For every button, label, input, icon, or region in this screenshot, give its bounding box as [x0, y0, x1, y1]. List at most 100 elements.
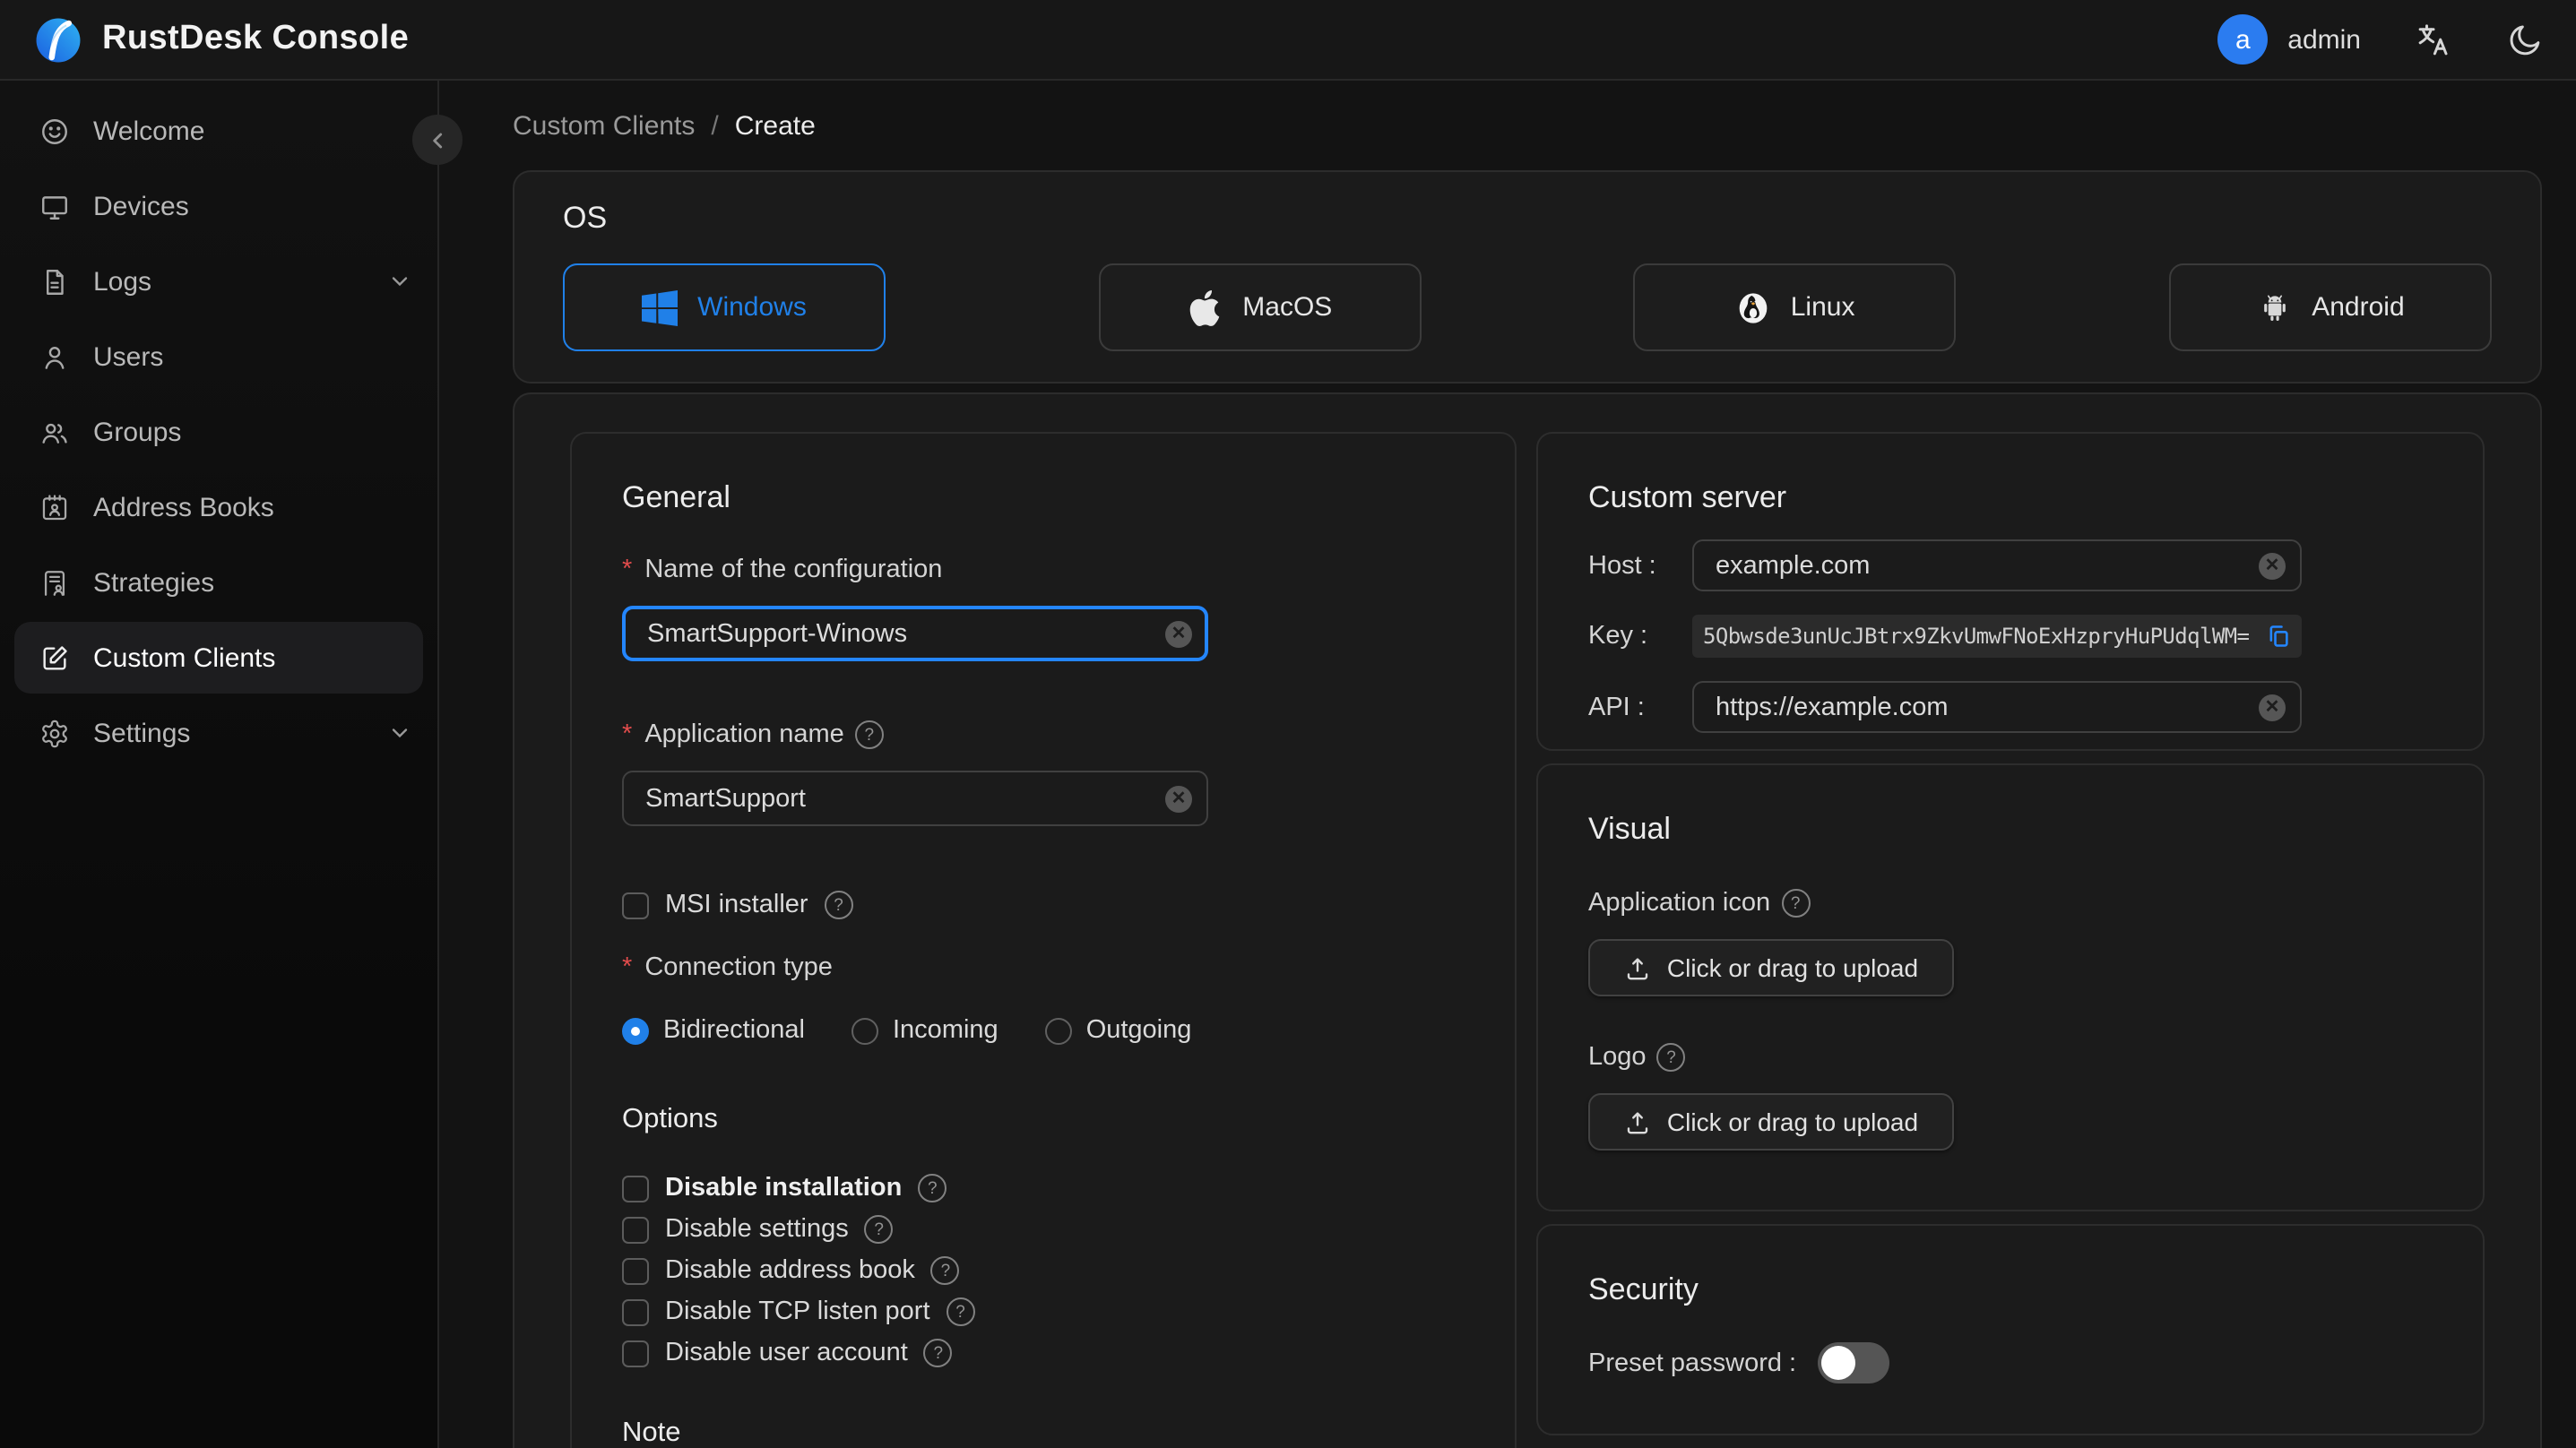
host-row: Host : ✕	[1588, 539, 2433, 591]
strategy-document-icon	[44, 570, 65, 595]
sidebar-item-label: Strategies	[93, 567, 215, 598]
main-content: Custom Clients / Create OS Windows MacOS…	[439, 81, 2576, 1448]
preset-password-label: Preset password :	[1588, 1349, 1797, 1377]
clear-icon[interactable]: ✕	[1165, 620, 1192, 647]
clear-icon[interactable]: ✕	[1165, 785, 1192, 812]
msi-installer-checkbox[interactable]	[622, 892, 649, 918]
os-button-macos[interactable]: MacOS	[1098, 263, 1422, 351]
application-name-label: * Application name ?	[622, 720, 1465, 749]
radio-dot	[622, 1017, 649, 1044]
sidebar-item-custom-clients[interactable]: Custom Clients	[14, 622, 423, 694]
disable-tcp-listen-port-checkbox[interactable]	[622, 1298, 649, 1325]
help-icon[interactable]: ?	[824, 891, 853, 919]
custom-server-title: Custom server	[1588, 480, 1787, 514]
disable-settings-checkbox[interactable]	[622, 1216, 649, 1243]
sidebar-item-settings[interactable]: Settings	[14, 697, 423, 769]
sidebar-item-label: Address Books	[93, 492, 274, 522]
disable-user-account-checkbox[interactable]	[622, 1340, 649, 1366]
help-icon[interactable]: ?	[1781, 889, 1811, 918]
os-button-linux[interactable]: Linux	[1633, 263, 1957, 351]
chevron-left-icon	[432, 132, 442, 148]
linux-penguin-icon	[1739, 292, 1768, 323]
api-input[interactable]	[1692, 681, 2302, 733]
avatar[interactable]: a	[2217, 14, 2269, 65]
translate-icon[interactable]	[2415, 21, 2452, 58]
copy-icon[interactable]	[2266, 624, 2291, 649]
radio-incoming[interactable]: Incoming	[851, 1016, 998, 1045]
disable-installation-checkbox[interactable]	[622, 1175, 649, 1202]
sidebar-item-strategies[interactable]: Strategies	[14, 547, 423, 618]
logo-label: Logo ?	[1588, 1043, 2433, 1072]
general-title: General	[622, 480, 730, 514]
application-name-field: ✕	[622, 771, 1208, 826]
application-icon-upload-button[interactable]: Click or drag to upload	[1588, 939, 1954, 996]
radio-outgoing[interactable]: Outgoing	[1044, 1016, 1191, 1045]
breadcrumb-custom-clients[interactable]: Custom Clients	[513, 110, 695, 141]
sidebar-item-label: Settings	[93, 718, 191, 748]
disable-address-book-row: Disable address book ?	[622, 1256, 1465, 1285]
help-icon[interactable]: ?	[918, 1174, 947, 1202]
api-row: API : ✕	[1588, 681, 2433, 733]
clear-icon[interactable]: ✕	[2259, 694, 2286, 720]
note-title: Note	[622, 1418, 681, 1448]
api-label: API :	[1588, 693, 1645, 721]
general-card: General * Name of the configuration ✕ * …	[570, 432, 1517, 1448]
sidebar-item-address-books[interactable]: Address Books	[14, 471, 423, 543]
key-value[interactable]: 5Qbwsde3unUcJBtrx9ZkvUmwFNoExHzpryHuPUdq…	[1703, 624, 2257, 649]
sidebar-item-label: Groups	[93, 417, 182, 447]
help-icon[interactable]: ?	[930, 1256, 960, 1285]
key-row: Key : 5Qbwsde3unUcJBtrx9ZkvUmwFNoExHzpry…	[1588, 615, 2433, 658]
app-title: RustDesk Console	[102, 20, 410, 57]
option-label: Disable settings	[665, 1215, 849, 1244]
visual-title: Visual	[1588, 812, 1671, 846]
disable-tcp-listen-port-row: Disable TCP listen port ?	[622, 1297, 1465, 1326]
smiley-icon	[42, 118, 67, 143]
options-title: Options	[622, 1104, 718, 1134]
sidebar-item-devices[interactable]: Devices	[14, 170, 423, 242]
sidebar-item-label: Users	[93, 341, 164, 372]
help-icon[interactable]: ?	[923, 1339, 953, 1367]
help-icon[interactable]: ?	[864, 1215, 894, 1244]
config-name-label: * Name of the configuration	[622, 556, 943, 584]
option-label: Disable address book	[665, 1256, 915, 1285]
sidebar-item-label: Devices	[93, 191, 189, 221]
visual-card: Visual Application icon ? Click or drag …	[1536, 763, 2485, 1211]
help-icon[interactable]: ?	[946, 1297, 975, 1326]
radio-bidirectional[interactable]: Bidirectional	[622, 1016, 805, 1045]
radio-dot	[1044, 1017, 1072, 1044]
upload-icon	[1627, 957, 1648, 979]
options-group: Disable installation ? Disable settings …	[622, 1174, 1465, 1367]
sidebar-item-logs[interactable]: Logs	[14, 246, 423, 317]
sidebar-item-welcome[interactable]: Welcome	[14, 95, 423, 167]
os-button-windows[interactable]: Windows	[563, 263, 886, 351]
host-input[interactable]	[1692, 539, 2302, 591]
chevron-down-icon	[392, 277, 408, 287]
os-button-label: Linux	[1790, 292, 1855, 323]
config-name-input[interactable]	[622, 606, 1208, 661]
os-section-title: OS	[563, 201, 608, 235]
android-robot-icon	[2263, 294, 2286, 320]
top-header: RustDesk Console a admin	[0, 0, 2576, 81]
sidebar-collapse-button[interactable]	[412, 115, 462, 165]
username[interactable]: admin	[2287, 24, 2361, 55]
dark-mode-moon-icon[interactable]	[2506, 21, 2544, 58]
radio-dot	[851, 1017, 878, 1044]
person-icon	[45, 346, 65, 368]
rustdesk-console-page: RustDesk Console a admin Welcome Devices…	[0, 0, 2576, 1448]
os-button-android[interactable]: Android	[2168, 263, 2492, 351]
people-icon	[42, 422, 67, 443]
help-icon[interactable]: ?	[854, 720, 884, 749]
clear-icon[interactable]: ✕	[2259, 552, 2286, 579]
disable-address-book-checkbox[interactable]	[622, 1257, 649, 1284]
sidebar-item-users[interactable]: Users	[14, 321, 423, 392]
preset-password-toggle[interactable]	[1818, 1342, 1890, 1383]
monitor-icon	[42, 195, 67, 219]
toggle-knob	[1821, 1346, 1856, 1380]
custom-server-card: Custom server Host : ✕ Key : 5Qbwsde3un	[1536, 432, 2485, 751]
connection-type-options: Bidirectional Incoming Outgoing	[622, 1016, 1465, 1045]
logo-upload-button[interactable]: Click or drag to upload	[1588, 1093, 1954, 1151]
sidebar-item-groups[interactable]: Groups	[14, 396, 423, 468]
security-card: Security Preset password :	[1536, 1224, 2485, 1435]
help-icon[interactable]: ?	[1656, 1043, 1686, 1072]
application-name-input[interactable]	[622, 771, 1208, 826]
